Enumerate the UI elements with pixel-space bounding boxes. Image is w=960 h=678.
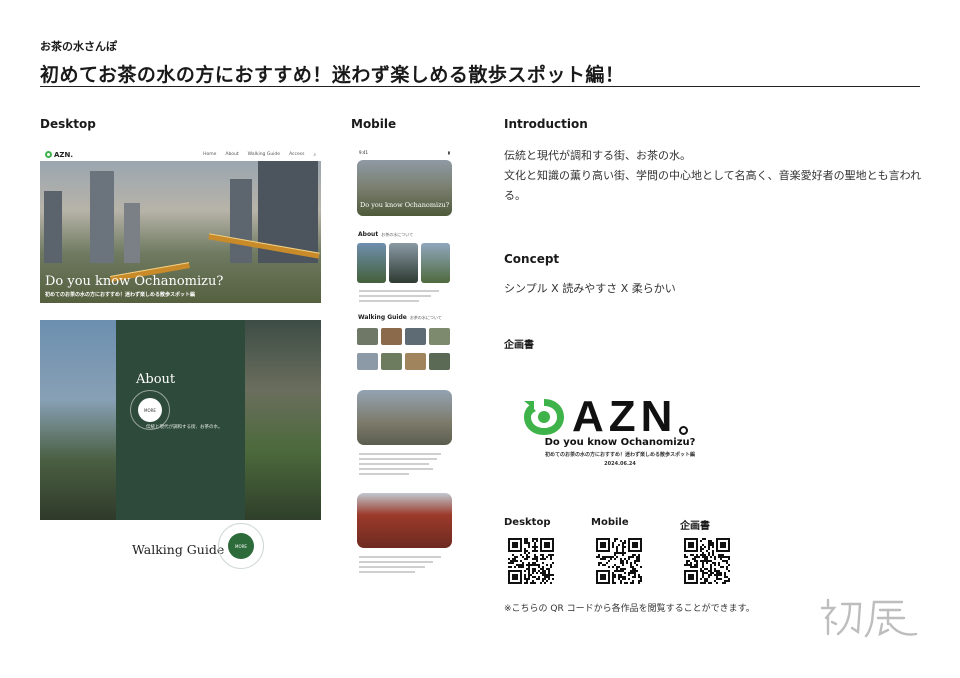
desktop-mock-nav-links: Home About Walking Guide Access ⌕ xyxy=(203,152,316,158)
search-icon: ⌕ xyxy=(313,152,316,158)
desktop-mock-nav-access: Access xyxy=(289,151,305,157)
qr-code-plan[interactable] xyxy=(684,538,730,584)
mobile-mock-about-text xyxy=(359,290,449,305)
desktop-mockup[interactable]: AZN. Home About Walking Guide Access ⌕ D… xyxy=(40,148,321,588)
desktop-mock-navbar: AZN. Home About Walking Guide Access ⌕ xyxy=(40,148,321,161)
plan-logo-text: AZN xyxy=(572,392,678,441)
mobile-mock-spot-text xyxy=(359,453,449,478)
about-photo-left xyxy=(40,320,116,520)
mobile-section-label: Mobile xyxy=(351,117,397,131)
building-shape xyxy=(124,203,140,263)
battery-icon: ▮ xyxy=(447,150,450,155)
desktop-section-label: Desktop xyxy=(40,117,96,131)
mobile-mock-hero: Do you know Ochanomizu? xyxy=(357,160,452,216)
mobile-mock-about-sub: お茶の水について xyxy=(381,232,414,237)
desktop-mock-about-text: 伝統と現代が調和する街、お茶の水。 xyxy=(146,425,223,430)
desktop-mock-about-title: About xyxy=(136,372,176,387)
introduction-text: 伝統と現代が調和する街、お茶の水。 文化と知識の薫り高い街、学問の中心地として名… xyxy=(504,146,924,206)
concept-text: シンプル X 読みやすさ X 柔らかい xyxy=(504,282,676,295)
walking-thumb xyxy=(357,353,378,370)
qr-code-mobile[interactable] xyxy=(596,538,642,584)
walking-thumb xyxy=(429,328,450,345)
mobile-mock-walking-heading: Walking Guide お茶の水について xyxy=(358,314,442,321)
building-shape xyxy=(90,171,114,263)
building-shape xyxy=(230,179,252,263)
walking-thumb xyxy=(405,328,426,345)
mobile-mock-walking-thumbs-row1 xyxy=(357,328,450,345)
walking-thumb xyxy=(381,353,402,370)
mobile-mock-about-heading: About お茶の水について xyxy=(358,231,413,238)
building-shape xyxy=(44,191,62,263)
about-tile-photo xyxy=(357,243,386,283)
mobile-mock-spot-card xyxy=(357,390,452,445)
desktop-mock-nav-about: About xyxy=(225,151,239,157)
logo-mark-icon xyxy=(45,151,52,158)
introduction-section-label: Introduction xyxy=(504,117,588,131)
mobile-mock-hero-title: Do you know Ochanomizu? xyxy=(360,201,450,209)
leaf-logo-icon xyxy=(520,395,568,439)
plan-tagline: Do you know Ochanomizu? xyxy=(544,437,696,448)
qr-desktop-label: Desktop xyxy=(504,517,551,528)
desktop-mock-nav-home: Home xyxy=(203,151,217,157)
mobile-mock-shrine-text xyxy=(359,556,449,576)
walking-thumb xyxy=(429,353,450,370)
mobile-mock-time: 9:41 xyxy=(359,150,368,155)
page-kicker: お茶の水さんぽ xyxy=(40,40,117,53)
title-divider xyxy=(40,86,920,87)
about-photo-right xyxy=(245,320,321,520)
introduction-line-1: 伝統と現代が調和する街、お茶の水。 xyxy=(504,149,691,162)
about-panel: About MORE 伝統と現代が調和する街、お茶の水。 xyxy=(116,320,245,520)
desktop-mock-hero: Do you know Ochanomizu? 初めてのお茶の水の方におすすめ！… xyxy=(40,161,321,303)
desktop-mock-about-more-button: MORE xyxy=(138,398,162,422)
mobile-mock-about-tiles xyxy=(357,243,450,283)
desktop-mock-hero-title: Do you know Ochanomizu? xyxy=(45,274,224,289)
qr-code-desktop[interactable] xyxy=(508,538,554,584)
desktop-mock-walking-more-button: MORE xyxy=(228,533,254,559)
plan-logo-period xyxy=(679,425,689,435)
plan-subtitle: 初めてのお茶の水の方におすすめ！迷わず楽しめる散歩スポット編 xyxy=(544,452,695,458)
mobile-mockup[interactable]: 9:41 ▮ Do you know Ochanomizu? About お茶の水… xyxy=(353,148,456,588)
about-tile-photo xyxy=(421,243,450,283)
mobile-mock-walking-title: Walking Guide xyxy=(358,314,407,321)
mobile-mock-status-bar: 9:41 ▮ xyxy=(353,148,456,158)
mobile-mock-walking-thumbs-row2 xyxy=(357,353,450,370)
concept-section-label: Concept xyxy=(504,252,560,266)
hatsuten-logo-icon xyxy=(820,598,918,638)
plan-date: 2024.06.24 xyxy=(604,461,636,467)
desktop-mock-nav-walking: Walking Guide xyxy=(247,151,281,157)
desktop-mock-logo: AZN. xyxy=(45,151,73,159)
about-tile-photo xyxy=(389,243,418,283)
walking-thumb xyxy=(357,328,378,345)
plan-logo[interactable]: AZN xyxy=(520,392,689,442)
plan-section-label: 企画書 xyxy=(504,340,534,351)
desktop-mock-logo-text: AZN. xyxy=(54,150,74,159)
mobile-mock-about-title: About xyxy=(358,231,379,238)
page-title: 初めてお茶の水の方におすすめ！迷わず楽しめる散歩スポット編！ xyxy=(40,64,625,86)
introduction-line-2: 文化と知識の薫り高い街、学問の中心地として名高く、音楽愛好者の聖地とも言われる。 xyxy=(504,169,922,202)
desktop-mock-walking-section: Walking Guide MORE xyxy=(40,520,321,588)
walking-thumb xyxy=(405,353,426,370)
desktop-mock-walking-title: Walking Guide xyxy=(132,542,225,557)
mobile-mock-walking-sub: お茶の水について xyxy=(409,315,442,320)
desktop-mock-about-section: About MORE 伝統と現代が調和する街、お茶の水。 xyxy=(40,320,321,520)
qr-plan-label: 企画書 xyxy=(680,521,710,532)
mobile-mock-shrine-card xyxy=(357,493,452,548)
desktop-mock-hero-subtitle: 初めてのお茶の水の方におすすめ！迷わず楽しめる散歩スポット編 xyxy=(45,292,196,298)
qr-note: ※こちらの QR コードから各作品を閲覧することができます。 xyxy=(504,604,755,614)
walking-thumb xyxy=(381,328,402,345)
qr-mobile-label: Mobile xyxy=(591,517,629,528)
